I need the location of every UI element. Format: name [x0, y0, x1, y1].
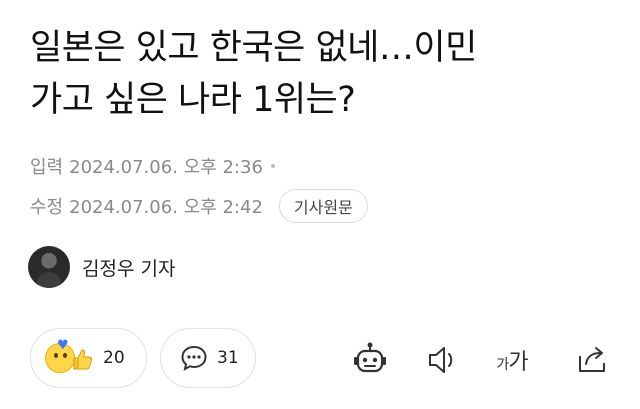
ai-summary-button[interactable]	[348, 338, 392, 382]
article-headline: 일본은 있고 한국은 없네…이민 가고 싶은 나라 1위는?	[30, 22, 620, 126]
input-datetime: 2024.07.06. 오후 2:36	[69, 157, 263, 178]
input-label: 입력	[30, 157, 64, 178]
ai-summary-robot-icon	[354, 342, 386, 373]
headline-line-2: 가고 싶은 나라 1위는?	[30, 80, 356, 120]
font-size-icon: 가가	[496, 344, 528, 376]
comment-icon	[181, 345, 207, 371]
reaction-button[interactable]: ♥ 20	[30, 328, 147, 388]
reaction-count: 20	[103, 348, 125, 368]
edit-datetime-row: 수정 2024.07.06. 오후 2:42 기사원문	[30, 189, 368, 223]
emoji-reaction-icon: ♥	[45, 338, 95, 375]
font-size-small-glyph: 가	[496, 357, 509, 373]
font-size-large-glyph: 가	[508, 350, 528, 375]
reporter-info[interactable]: 김정우 기자	[28, 245, 175, 289]
reporter-avatar[interactable]	[28, 246, 70, 288]
thumbs-up-icon	[73, 349, 93, 370]
input-datetime-row: 입력 2024.07.06. 오후 2:36	[30, 151, 275, 181]
headline-line-1: 일본은 있고 한국은 없네…이민	[30, 28, 477, 68]
dropdown-dot-icon[interactable]	[270, 164, 275, 168]
edit-label: 수정	[30, 197, 64, 218]
comment-button[interactable]: 31	[160, 328, 256, 388]
text-to-speech-icon	[429, 347, 453, 373]
share-button[interactable]	[570, 338, 614, 382]
heart-icon: ♥	[57, 338, 69, 353]
share-icon	[579, 347, 605, 372]
comment-count: 31	[217, 348, 239, 368]
reporter-name[interactable]: 김정우 기자	[82, 254, 175, 281]
edit-datetime: 2024.07.06. 오후 2:42	[69, 197, 263, 218]
original-article-button[interactable]: 기사원문	[278, 189, 368, 223]
font-size-button[interactable]: 가가	[490, 338, 534, 382]
text-to-speech-button[interactable]	[420, 338, 464, 382]
